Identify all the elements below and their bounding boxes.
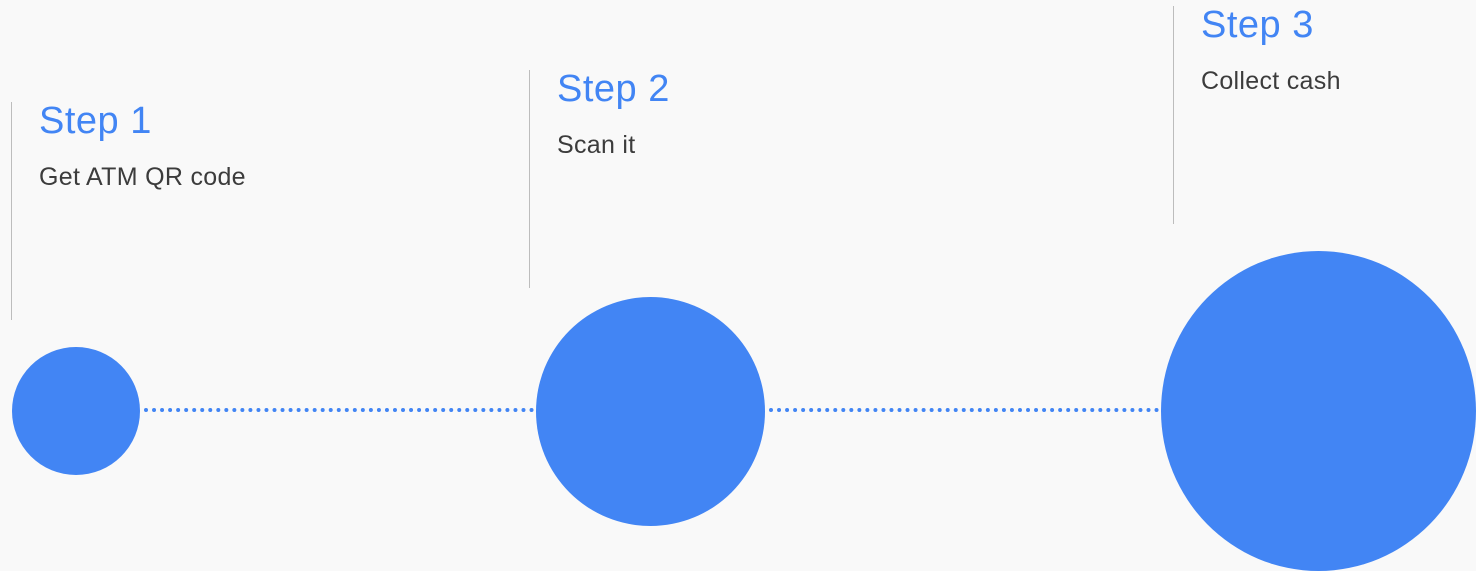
- step-1-title: Step 1: [39, 100, 152, 142]
- step-3-title: Step 3: [1201, 4, 1314, 46]
- step-1-divider: [11, 102, 12, 320]
- connector-1-2: [144, 408, 534, 412]
- step-2-title: Step 2: [557, 68, 670, 110]
- step-1-circle: [12, 347, 140, 475]
- step-2-divider: [529, 70, 530, 288]
- step-1-description: Get ATM QR code: [39, 163, 246, 191]
- step-3-circle: [1161, 251, 1476, 571]
- step-3-divider: [1173, 6, 1174, 224]
- connector-2-3: [769, 408, 1159, 412]
- step-3-description: Collect cash: [1201, 67, 1341, 95]
- step-2-description: Scan it: [557, 131, 636, 159]
- steps-diagram: { "colors": { "accent": "#4285f4", "circ…: [0, 0, 1476, 571]
- step-2-circle: [536, 297, 765, 526]
